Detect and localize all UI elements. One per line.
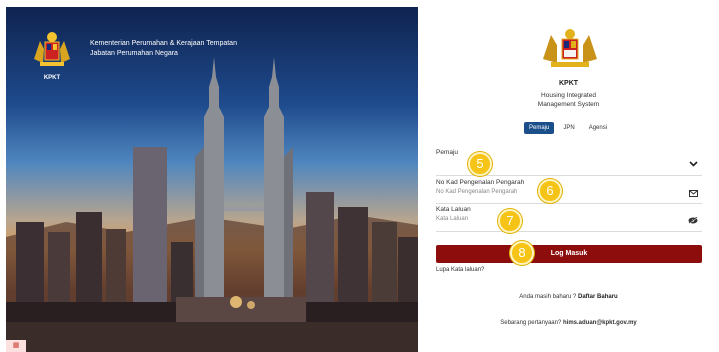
hero-image-petronas-towers: KPKT Kementerian Perumahan & Kerajaan Te… xyxy=(6,7,418,352)
contact-text: Sebarang pertanyaan? xyxy=(500,320,562,326)
contact-line: Sebarang pertanyaan? hims.aduan@kpkt.gov… xyxy=(418,320,719,326)
qr-badge-icon[interactable]: ▦ xyxy=(6,340,26,352)
coat-of-arms-icon xyxy=(34,32,70,66)
tab-jpn[interactable]: JPN xyxy=(558,122,579,134)
forgot-password-link[interactable]: Lupa Kata laluan? xyxy=(436,267,484,273)
login-page: KPKT Kementerian Perumahan & Kerajaan Te… xyxy=(0,0,719,352)
coat-of-arms-icon xyxy=(543,29,597,67)
password-input[interactable]: Kata Laluan xyxy=(436,216,702,222)
login-panel: KPKT Housing Integrated Management Syste… xyxy=(418,7,719,352)
chevron-down-icon[interactable] xyxy=(689,159,698,169)
login-button[interactable]: Log Masuk xyxy=(436,245,702,263)
ministry-title: Kementerian Perumahan & Kerajaan Tempata… xyxy=(90,39,237,59)
step-marker-6: 6 xyxy=(538,179,562,203)
user-type-tabs: Pemaju JPN Agensi xyxy=(524,122,612,134)
brand-line1: Housing Integrated xyxy=(541,92,596,99)
step-marker-5: 5 xyxy=(468,152,492,176)
tab-agensi[interactable]: Agensi xyxy=(584,122,612,134)
hero-logo-text: KPKT xyxy=(43,75,61,81)
ic-number-field[interactable]: No Kad Pengenalan Pengarah No Kad Pengen… xyxy=(436,179,702,204)
ic-number-input[interactable]: No Kad Pengenalan Pengarah xyxy=(436,189,702,195)
step-marker-7: 7 xyxy=(498,209,522,233)
eye-slash-icon[interactable] xyxy=(688,216,698,226)
password-label: Kata Laluan xyxy=(436,206,471,213)
hero-header: KPKT Kementerian Perumahan & Kerajaan Te… xyxy=(28,29,237,81)
brand-line2: Management System xyxy=(537,101,600,108)
register-prompt: Anda masih baharu ? Daftar Baharu xyxy=(418,294,719,300)
brand-short: KPKT xyxy=(558,80,579,87)
register-text: Anda masih baharu ? xyxy=(519,294,577,300)
register-link[interactable]: Daftar Baharu xyxy=(578,294,618,300)
contact-email[interactable]: hims.aduan@kpkt.gov.my xyxy=(563,320,637,326)
tab-pemaju[interactable]: Pemaju xyxy=(524,122,555,134)
coat-of-arms-logo: KPKT xyxy=(28,29,76,81)
ministry-name: Kementerian Perumahan & Kerajaan Tempata… xyxy=(90,40,237,47)
mail-icon xyxy=(689,189,698,199)
password-field[interactable]: Kata Laluan Kata Laluan xyxy=(436,206,702,232)
department-name: Jabatan Perumahan Negara xyxy=(90,50,178,57)
ic-number-label: No Kad Pengenalan Pengarah xyxy=(436,179,525,186)
step-marker-8: 8 xyxy=(510,241,534,265)
